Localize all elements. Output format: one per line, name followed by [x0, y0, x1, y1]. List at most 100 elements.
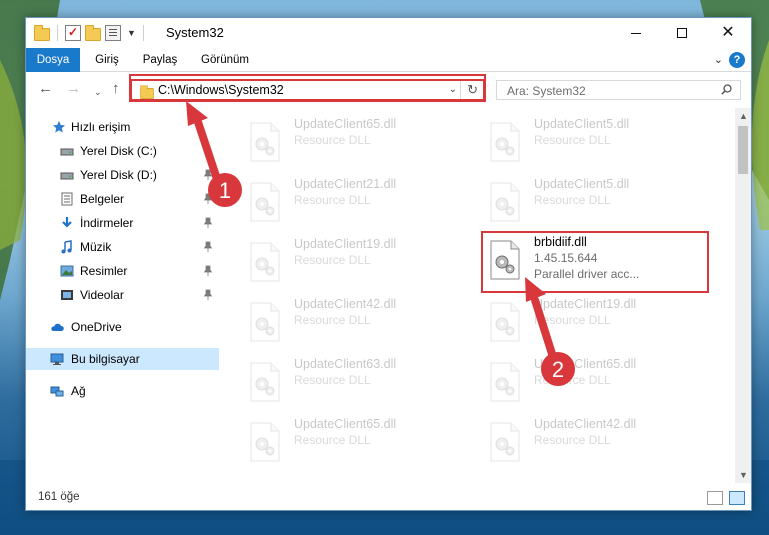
drive-icon	[60, 172, 74, 180]
sidebar-item-music[interactable]: Müzik	[26, 236, 219, 258]
sidebar-item-videos[interactable]: Videolar	[26, 284, 219, 306]
quick-access-toolbar: ✓ ▼	[34, 24, 147, 42]
sidebar-item-onedrive[interactable]: OneDrive	[26, 316, 219, 338]
close-icon: ✕	[721, 24, 735, 41]
maximize-button[interactable]	[659, 18, 705, 48]
file-item[interactable]: UpdateClient65.dll Resource DLL	[244, 416, 474, 468]
address-path[interactable]: C:\Windows\System32	[158, 83, 284, 97]
sidebar-item-label: Bu bilgisayar	[71, 352, 140, 366]
back-arrow-icon[interactable]: ←	[38, 81, 53, 97]
file-name: UpdateClient42.dll	[294, 297, 397, 311]
folder-icon	[140, 85, 154, 100]
up-arrow-icon[interactable]: ↑	[112, 81, 120, 97]
sidebar-item-documents[interactable]: Belgeler	[26, 188, 219, 210]
sidebar-item-label: Videolar	[80, 288, 124, 302]
file-item[interactable]: UpdateClient5.dll Resource DLL	[484, 116, 714, 168]
folder-icon[interactable]	[34, 25, 50, 41]
drive-icon	[60, 148, 74, 156]
file-item[interactable]: UpdateClient63.dll Resource DLL	[244, 356, 474, 408]
sidebar-item-quick-access[interactable]: Hızlı erişim	[26, 116, 219, 138]
sidebar-item-label: Hızlı erişim	[71, 120, 131, 134]
chevron-down-icon[interactable]: ⌄	[449, 84, 457, 95]
file-item[interactable]: UpdateClient42.dll Resource DLL	[484, 416, 714, 468]
dll-gear-icon	[490, 182, 520, 222]
tab-share[interactable]: Paylaş	[134, 48, 186, 72]
file-name: brbidiif.dll	[534, 235, 587, 249]
dll-gear-icon	[490, 302, 520, 342]
new-folder-icon[interactable]	[85, 25, 101, 41]
minimize-button[interactable]	[613, 18, 659, 48]
chevron-down-icon[interactable]: ▼	[127, 28, 136, 38]
search-placeholder: Ara: System32	[507, 84, 586, 98]
customize-icon[interactable]	[105, 25, 121, 41]
file-item[interactable]: UpdateClient65.dll Resource DLL	[484, 356, 714, 408]
sidebar-item-label: Belgeler	[80, 192, 125, 206]
sidebar-item-pictures[interactable]: Resimler	[26, 260, 219, 282]
minimize-icon	[631, 32, 641, 34]
sidebar-item-this-pc[interactable]: Bu bilgisayar	[26, 348, 219, 370]
file-description: Resource DLL	[534, 193, 611, 207]
tab-file[interactable]: Dosya	[26, 48, 80, 72]
pin-icon[interactable]	[203, 241, 213, 253]
sidebar-item-local-disk-c[interactable]: Yerel Disk (C:)	[26, 140, 219, 162]
pin-icon[interactable]	[203, 145, 213, 157]
pictures-icon	[60, 265, 74, 277]
file-name: UpdateClient65.dll	[294, 417, 397, 431]
dll-gear-icon	[490, 122, 520, 162]
pin-icon[interactable]	[203, 289, 213, 301]
file-name: UpdateClient21.dll	[294, 177, 397, 191]
properties-check-icon[interactable]: ✓	[65, 25, 81, 41]
dll-gear-icon	[250, 242, 280, 282]
file-name: UpdateClient65.dll	[294, 117, 397, 131]
star-icon	[53, 121, 65, 133]
sidebar-item-downloads[interactable]: İndirmeler	[26, 212, 219, 234]
sidebar-item-label: Resimler	[80, 264, 128, 278]
window-controls: ✕	[613, 18, 751, 48]
file-item[interactable]: UpdateClient42.dll Resource DLL	[244, 296, 474, 348]
address-divider	[460, 81, 461, 99]
file-explorer-window: ✓ ▼ System32 ✕ Dosya Giriş Paylaş Görünü…	[25, 17, 752, 511]
details-view-icon[interactable]	[707, 491, 723, 505]
tab-view[interactable]: Görünüm	[194, 48, 256, 72]
maximize-icon	[677, 28, 687, 38]
tab-home[interactable]: Giriş	[86, 48, 128, 72]
expand-ribbon-icon[interactable]: ⌄	[714, 53, 723, 66]
scroll-down-icon[interactable]: ▼	[739, 470, 748, 480]
file-item[interactable]: UpdateClient19.dll Resource DLL	[484, 296, 714, 348]
recent-locations-icon[interactable]: ⌄	[94, 84, 102, 100]
sidebar-item-network[interactable]: Ağ	[26, 380, 219, 402]
documents-icon	[61, 192, 73, 206]
file-description: Resource DLL	[294, 373, 371, 387]
tiles-view-icon[interactable]	[729, 491, 745, 505]
file-item[interactable]: UpdateClient19.dll Resource DLL	[244, 236, 474, 288]
refresh-icon[interactable]: ↻	[467, 82, 478, 98]
scroll-up-icon[interactable]: ▲	[739, 111, 748, 121]
pin-icon[interactable]	[203, 217, 213, 229]
file-description: Resource DLL	[294, 313, 371, 327]
dll-gear-icon	[250, 122, 280, 162]
search-icon[interactable]	[721, 84, 732, 95]
dll-gear-icon	[490, 240, 520, 280]
file-item[interactable]: UpdateClient65.dll Resource DLL	[244, 116, 474, 168]
sidebar-item-local-disk-d[interactable]: Yerel Disk (D:)	[26, 164, 219, 186]
toolbar-divider	[142, 25, 144, 41]
search-input[interactable]: Ara: System32	[496, 80, 741, 100]
address-bar[interactable]: C:\Windows\System32 ⌄ ↻	[130, 79, 485, 101]
forward-arrow-icon[interactable]: →	[66, 81, 81, 97]
file-name: UpdateClient19.dll	[534, 297, 637, 311]
pin-icon[interactable]	[203, 193, 213, 205]
pin-icon[interactable]	[203, 169, 213, 181]
help-button[interactable]: ?	[729, 52, 745, 68]
file-description: Resource DLL	[534, 433, 611, 447]
file-item[interactable]: UpdateClient5.dll Resource DLL	[484, 176, 714, 228]
toolbar-divider	[57, 25, 58, 41]
close-button[interactable]: ✕	[705, 18, 751, 48]
pin-icon[interactable]	[203, 265, 213, 277]
file-item[interactable]: UpdateClient21.dll Resource DLL	[244, 176, 474, 228]
file-name: UpdateClient5.dll	[534, 177, 630, 191]
target-dll-file[interactable]: brbidiif.dll 1.45.15.644 Parallel driver…	[484, 234, 714, 286]
sidebar-item-label: Yerel Disk (D:)	[80, 168, 157, 182]
sidebar-item-label: Müzik	[80, 240, 112, 254]
scrollbar-thumb[interactable]	[738, 126, 748, 174]
vertical-scrollbar[interactable]: ▲ ▼	[735, 108, 751, 483]
